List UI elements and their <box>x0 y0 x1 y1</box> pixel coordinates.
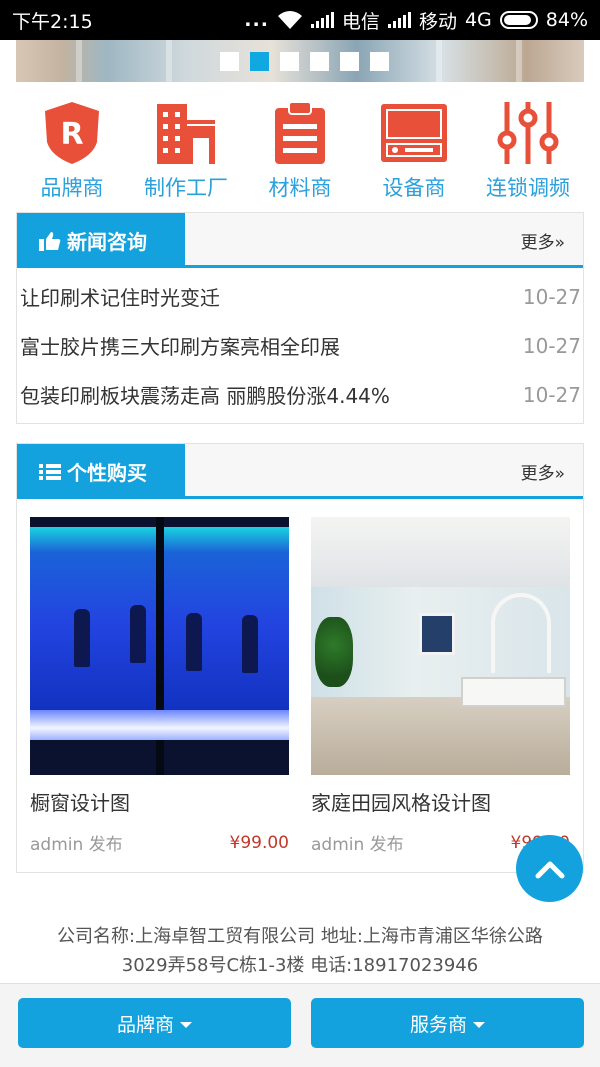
carousel-dot[interactable] <box>220 52 239 71</box>
shop-tab[interactable]: 个性购买 <box>17 444 185 499</box>
news-item-date: 10-27 <box>522 284 581 309</box>
brand-dropdown-label: 品牌商 <box>116 1013 174 1036</box>
product-name: 家庭田园风格设计图 <box>311 791 491 815</box>
carousel-dot[interactable] <box>310 52 329 71</box>
brand-dropdown-button[interactable]: 品牌商 <box>18 998 291 1048</box>
news-item-title: 让印刷术记住时光变迁 <box>20 286 220 310</box>
news-panel-header: 新闻咨询 更多» <box>17 213 583 268</box>
shop-panel-header: 个性购买 更多» <box>17 444 583 499</box>
category-brand[interactable]: R 品牌商 <box>16 98 128 204</box>
product-meta: admin 发布 ¥99.00 <box>30 830 289 856</box>
carrier-1: 电信 <box>341 10 380 33</box>
svg-text:R: R <box>60 117 83 152</box>
category-label: 设备商 <box>382 176 446 200</box>
product-author: admin 发布 <box>311 835 404 855</box>
service-dropdown-label: 服务商 <box>409 1013 467 1036</box>
device-icon <box>381 104 447 162</box>
category-nav: R 品牌商 制作工厂 材料商 设备商 连锁调频 <box>16 98 584 204</box>
category-chain[interactable]: 连锁调频 <box>472 98 584 204</box>
product-price: ¥99.00 <box>229 832 289 853</box>
bottom-bar: 品牌商 服务商 <box>0 983 600 1067</box>
category-device[interactable]: 设备商 <box>358 98 470 204</box>
product-name: 橱窗设计图 <box>30 791 130 815</box>
carousel-indicators[interactable] <box>220 52 389 71</box>
news-item-title: 包装印刷板块震荡走高 丽鹏股份涨4.44% <box>20 384 390 408</box>
status-time: 下午2:15 <box>12 10 93 33</box>
footer-line-2: 3029弄58号C栋1-3楼 电话:18917023946 <box>121 955 479 976</box>
status-bar: 下午2:15 ... 电信 移动 4G 84% <box>0 0 600 40</box>
caret-down-icon <box>180 1021 192 1028</box>
signal-icon-2 <box>387 12 411 28</box>
carousel-dot[interactable] <box>370 52 389 71</box>
category-material[interactable]: 材料商 <box>244 98 356 204</box>
factory-building-icon <box>157 104 215 164</box>
company-footer: 公司名称:上海卓智工贸有限公司 地址:上海市青浦区华徐公路 3029弄58号C栋… <box>0 922 600 980</box>
carousel-dot[interactable] <box>280 52 299 71</box>
status-right: ... 电信 移动 4G 84% <box>244 7 588 34</box>
category-factory[interactable]: 制作工厂 <box>130 98 242 204</box>
signal-icon <box>310 12 334 28</box>
battery-level: 84% <box>545 9 588 31</box>
thumbs-up-icon <box>39 231 61 251</box>
clipboard-icon <box>275 101 325 164</box>
category-label: 制作工厂 <box>144 176 228 200</box>
product-image[interactable] <box>311 517 570 775</box>
back-to-top-button[interactable] <box>516 835 583 902</box>
list-item[interactable]: 让印刷术记住时光变迁 10-27 <box>17 272 583 321</box>
news-more-link[interactable]: 更多» <box>521 213 565 268</box>
wifi-icon <box>277 11 302 29</box>
category-label: 连锁调频 <box>486 176 570 200</box>
product-grid: 橱窗设计图 admin 发布 ¥99.00 家庭田园风格设计图 admin 发布… <box>17 499 583 855</box>
shop-panel: 个性购买 更多» 橱窗设计图 admin 发布 ¥99.00 家庭田园风格设计图… <box>16 443 584 873</box>
carrier-2: 移动 <box>418 10 457 33</box>
category-label: 材料商 <box>268 176 332 200</box>
caret-down-icon <box>473 1021 485 1028</box>
status-dots: ... <box>244 9 269 31</box>
battery-icon <box>499 11 538 29</box>
news-item-date: 10-27 <box>522 382 581 407</box>
product-card[interactable]: 橱窗设计图 admin 发布 ¥99.00 <box>30 517 289 855</box>
product-card[interactable]: 家庭田园风格设计图 admin 发布 ¥99.00 <box>311 517 570 855</box>
equalizer-sliders-icon <box>497 102 559 164</box>
list-item[interactable]: 包装印刷板块震荡走高 丽鹏股份涨4.44% 10-27 <box>17 370 583 419</box>
news-panel: 新闻咨询 更多» 让印刷术记住时光变迁 10-27 富士胶片携三大印刷方案亮相全… <box>16 212 584 424</box>
footer-line-1: 公司名称:上海卓智工贸有限公司 地址:上海市青浦区华徐公路 <box>57 926 543 947</box>
news-title: 新闻咨询 <box>67 230 147 254</box>
product-author: admin 发布 <box>30 835 123 855</box>
shop-more-link[interactable]: 更多» <box>521 444 565 499</box>
carousel-dot[interactable] <box>250 52 269 71</box>
brand-shield-icon: R <box>45 102 99 164</box>
list-item[interactable]: 富士胶片携三大印刷方案亮相全印展 10-27 <box>17 321 583 370</box>
news-item-date: 10-27 <box>522 333 581 358</box>
news-list: 让印刷术记住时光变迁 10-27 富士胶片携三大印刷方案亮相全印展 10-27 … <box>17 268 583 419</box>
category-label: 品牌商 <box>40 176 104 200</box>
carousel-dot[interactable] <box>340 52 359 71</box>
network-type: 4G <box>464 9 492 31</box>
news-item-title: 富士胶片携三大印刷方案亮相全印展 <box>20 335 340 359</box>
service-dropdown-button[interactable]: 服务商 <box>311 998 584 1048</box>
shop-title: 个性购买 <box>67 461 147 485</box>
list-icon <box>39 463 61 480</box>
product-image[interactable] <box>30 517 289 775</box>
chevron-up-icon <box>535 861 564 878</box>
news-tab[interactable]: 新闻咨询 <box>17 213 185 268</box>
